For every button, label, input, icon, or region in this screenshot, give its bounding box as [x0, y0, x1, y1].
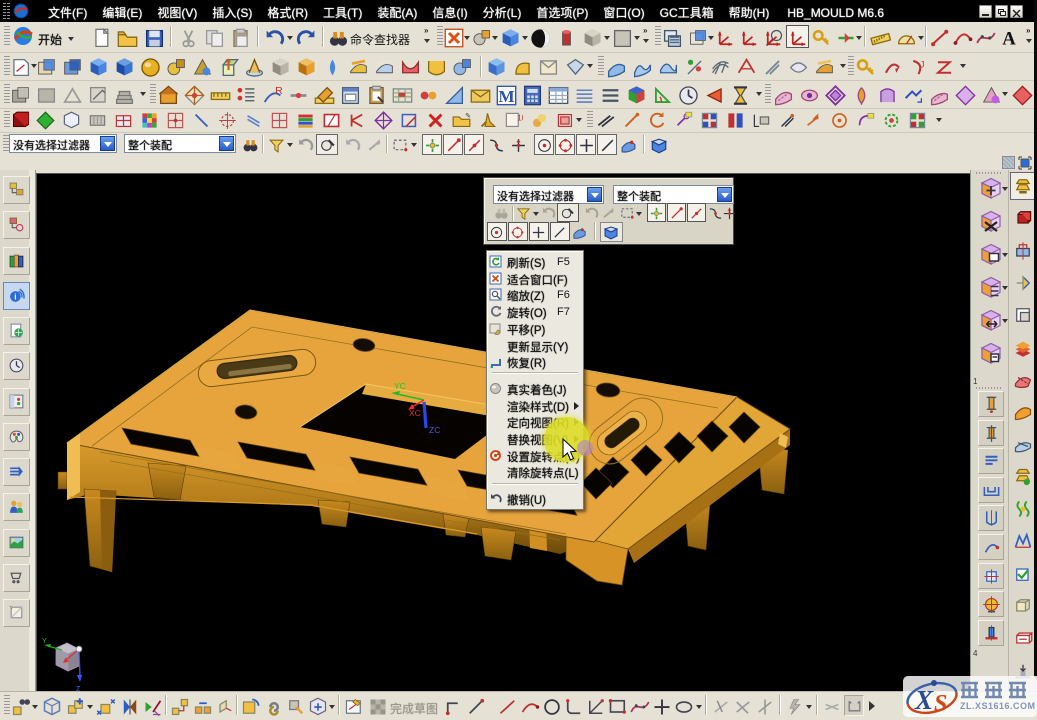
svg-text:YC: YC	[394, 381, 406, 391]
svg-text:10: 10	[517, 113, 523, 123]
svg-text:R: R	[275, 85, 283, 97]
svg-text:XC: XC	[409, 408, 421, 418]
svg-text:X: X	[914, 685, 934, 715]
svg-text:✎: ✎	[465, 112, 471, 120]
svg-text:A: A	[1002, 28, 1016, 48]
svg-text:i: i	[14, 291, 16, 301]
svg-text:S: S	[934, 691, 947, 716]
svg-text:ZC: ZC	[429, 425, 440, 435]
svg-text:Y: Y	[42, 638, 47, 645]
svg-text:J: J	[920, 60, 925, 70]
svg-text:M: M	[498, 87, 514, 106]
